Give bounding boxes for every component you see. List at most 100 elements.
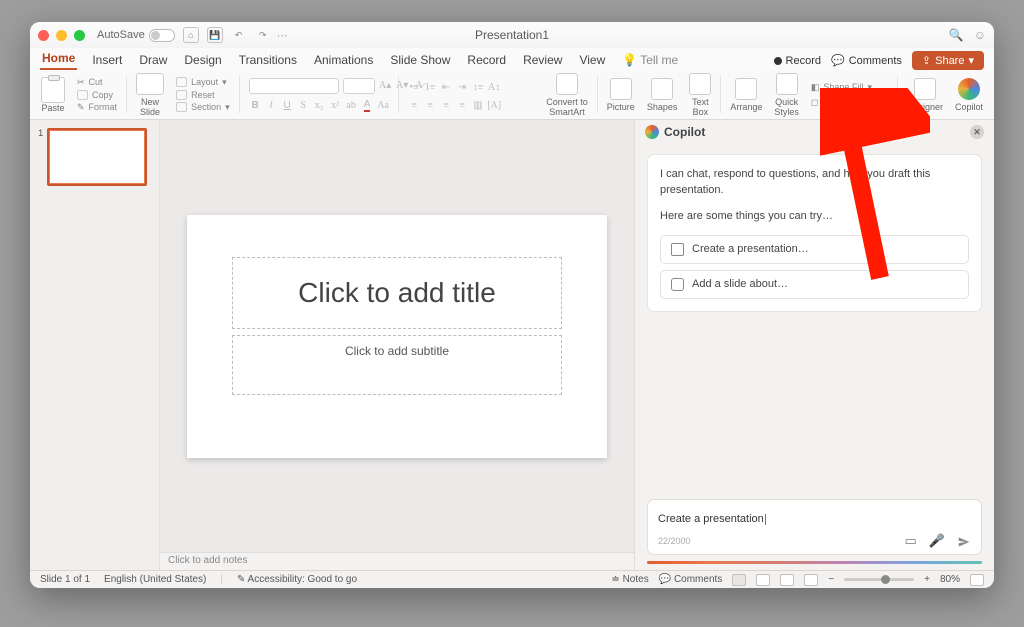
copilot-ribbon-button[interactable]: Copilot [950,72,988,117]
shape-outline-button[interactable]: ◻Shape Outline ▾ [811,97,888,108]
fit-window-icon[interactable] [970,574,984,586]
tab-design[interactable]: Design [182,50,223,70]
slide-indicator[interactable]: Slide 1 of 1 [40,574,90,585]
change-case-button[interactable]: Aa [377,99,390,112]
chevron-down-icon: ▾ [968,54,974,67]
superscript-button[interactable]: x² [329,99,342,112]
save-qat-icon[interactable]: 💾 [207,27,223,43]
bulb-icon: 💡 [622,53,637,67]
format-painter-button[interactable]: ✎Format [77,102,117,113]
happy-face-icon[interactable]: ☺ [974,28,986,42]
close-panel-icon[interactable]: ✕ [970,125,984,139]
tab-draw[interactable]: Draw [137,50,169,70]
zoom-slider[interactable] [844,578,914,581]
columns-button[interactable]: ▥ [472,99,485,112]
arrange-button[interactable]: Arrange [725,72,767,117]
underline-button[interactable]: U [281,99,294,112]
justify-button[interactable]: ≡ [456,99,469,112]
microphone-icon[interactable]: 🎤 [929,533,945,549]
tab-view[interactable]: View [577,50,607,70]
slide-stage[interactable]: Click to add title Click to add subtitle [160,120,634,552]
notes-pane[interactable]: Click to add notes [160,552,634,570]
reading-view-icon[interactable] [780,574,794,586]
slide-canvas[interactable]: Click to add title Click to add subtitle [187,215,607,458]
comments-button[interactable]: 💬Comments [831,54,902,67]
record-button[interactable]: Record [774,55,821,67]
tab-transitions[interactable]: Transitions [237,50,299,70]
align-text-button[interactable]: [A] [488,99,501,112]
new-slide-icon [136,73,164,95]
paste-group[interactable]: Paste [36,72,70,117]
indent-less-button[interactable]: ⇤ [440,81,453,94]
new-slide-button[interactable]: New Slide [131,72,169,117]
convert-smartart-button[interactable]: Convert to SmartArt [541,72,593,117]
align-right-button[interactable]: ≡ [440,99,453,112]
zoom-window-icon[interactable] [74,30,85,41]
layout-button[interactable]: Layout ▾ [176,77,227,88]
home-qat-icon[interactable]: ⌂ [183,27,199,43]
align-left-button[interactable]: ≡ [408,99,421,112]
tab-slide-show[interactable]: Slide Show [388,50,452,70]
tab-review[interactable]: Review [521,50,564,70]
minimize-window-icon[interactable] [56,30,67,41]
subscript-button[interactable]: x₂ [313,99,326,112]
subtitle-placeholder[interactable]: Click to add subtitle [232,335,562,395]
align-center-button[interactable]: ≡ [424,99,437,112]
redo-qat-icon[interactable]: ↷ [255,27,271,43]
normal-view-icon[interactable] [732,574,746,586]
language-indicator[interactable]: English (United States) [104,574,206,585]
close-window-icon[interactable] [38,30,49,41]
tab-animations[interactable]: Animations [312,50,375,70]
share-button[interactable]: ⇪Share▾ [912,51,984,70]
comments-toggle[interactable]: 💬 Comments [659,574,723,585]
suggestion-create-presentation[interactable]: Create a presentation… [660,235,969,264]
reset-button[interactable]: Reset [176,90,215,100]
suggestion-add-slide[interactable]: Add a slide about… [660,270,969,299]
attach-icon[interactable]: ▭ [905,533,917,549]
zoom-in-icon[interactable]: + [924,574,930,585]
copy-button[interactable]: Copy [77,90,113,100]
picture-button[interactable]: Picture [602,72,640,117]
cut-button[interactable]: ✂Cut [77,77,103,88]
numbering-button[interactable]: 1≡ [424,81,437,94]
tell-me[interactable]: 💡Tell me [620,50,680,70]
copilot-input-box[interactable]: Create a presentation 22/2000 ▭ 🎤 [647,499,982,555]
line-spacing-button[interactable]: ↕≡ [472,81,485,94]
font-color-button[interactable]: A [361,99,374,112]
strikethrough-button[interactable]: S [297,99,310,112]
zoom-level[interactable]: 80% [940,574,960,585]
shapes-button[interactable]: Shapes [642,72,683,117]
quick-styles-icon [776,73,798,95]
indent-more-button[interactable]: ⇥ [456,81,469,94]
notes-toggle[interactable]: ≐ Notes [611,574,648,585]
slide-thumbnail-panel[interactable]: 1 [30,120,160,570]
quick-styles-button[interactable]: Quick Styles [769,72,804,117]
zoom-out-icon[interactable]: − [828,574,834,585]
title-placeholder[interactable]: Click to add title [232,257,562,329]
sorter-view-icon[interactable] [756,574,770,586]
grow-font-icon[interactable]: A▴ [379,79,392,92]
text-direction-button[interactable]: A↕ [488,81,501,94]
autosave-toggle[interactable] [149,29,175,42]
bold-button[interactable]: B [249,99,262,112]
slide-thumbnail-1[interactable] [47,128,147,186]
tab-home[interactable]: Home [40,48,77,70]
text-box-button[interactable]: Text Box [684,72,716,117]
tab-insert[interactable]: Insert [90,50,124,70]
shape-fill-button[interactable]: ◧Shape Fill ▾ [811,82,872,93]
section-button[interactable]: Section ▾ [176,102,230,113]
search-icon[interactable]: 🔍 [949,28,964,42]
undo-qat-icon[interactable]: ↶ [231,27,247,43]
send-icon[interactable] [957,535,971,549]
font-size-select[interactable] [343,78,375,94]
font-family-select[interactable] [249,78,339,94]
layout-icon [176,77,187,87]
highlight-button[interactable]: ab [345,99,358,112]
bullets-button[interactable]: •≡ [408,81,421,94]
qat-more-icon[interactable]: ⋯ [277,29,288,42]
accessibility-indicator[interactable]: ✎ Accessibility: Good to go [237,574,357,585]
designer-button[interactable]: Designer [902,72,948,117]
italic-button[interactable]: I [265,99,278,112]
slideshow-view-icon[interactable] [804,574,818,586]
tab-record[interactable]: Record [465,50,508,70]
